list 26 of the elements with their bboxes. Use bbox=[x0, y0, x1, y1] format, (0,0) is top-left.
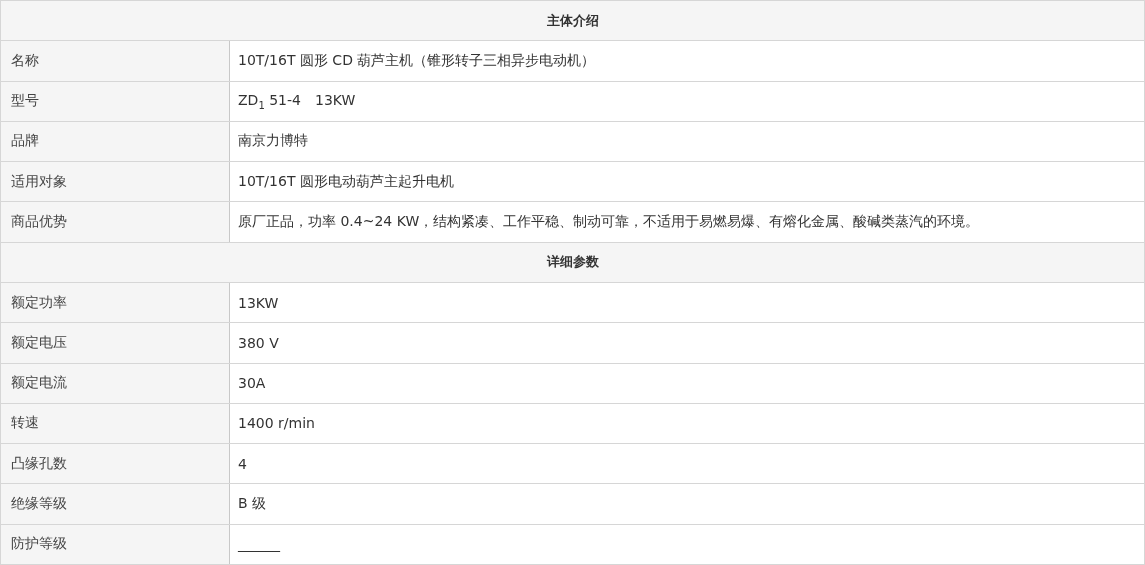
spec-value: ZD$_{1}$ 51-4 13KW bbox=[237, 90, 357, 113]
spec-label: 绝缘等级 bbox=[1, 484, 230, 524]
spec-label: 品牌 bbox=[1, 121, 230, 162]
spec-label: 名称 bbox=[1, 41, 230, 81]
spec-value: 30A bbox=[237, 374, 267, 394]
spec-label: 防护等级 bbox=[1, 524, 230, 564]
section-title: 主体介绍 bbox=[1, 1, 1144, 42]
spec-value: 13KW bbox=[237, 293, 280, 313]
spec-label: 额定电压 bbox=[1, 323, 230, 363]
spec-value: 10T/16T 圆形电动葫芦主起升电机 bbox=[237, 171, 455, 191]
spec-label: 额定功率 bbox=[1, 282, 230, 323]
spec-value: B 级 bbox=[237, 494, 268, 513]
spec-value: 380 V bbox=[237, 333, 280, 353]
spec-value: 1400 r/min bbox=[237, 414, 316, 434]
spec-label: 型号 bbox=[1, 81, 230, 121]
spec-value: 4 bbox=[237, 454, 248, 474]
spec-label: 凸缘孔数 bbox=[1, 444, 230, 484]
spec-label: 转速 bbox=[1, 403, 230, 444]
spec-value: 原厂正品，功率 0.4~24 KW，结构紧凑、工作平稳、制动可靠，不适用于易燃易爆、有熔化金属、酸碱类蒸汽的环境。 bbox=[237, 212, 981, 232]
spec-label: 商品优势 bbox=[1, 202, 230, 242]
spec-value: 10T/16T 圆形 CD 葫芦主机（锥形转子三相异步电动机） bbox=[237, 50, 597, 70]
spec-value: ______ bbox=[237, 535, 281, 555]
spec-value: 南京力博特 bbox=[237, 131, 309, 151]
spec-label: 额定电流 bbox=[1, 363, 230, 403]
spec-label: 适用对象 bbox=[1, 162, 230, 202]
section-title: 详细参数 bbox=[1, 242, 1144, 283]
